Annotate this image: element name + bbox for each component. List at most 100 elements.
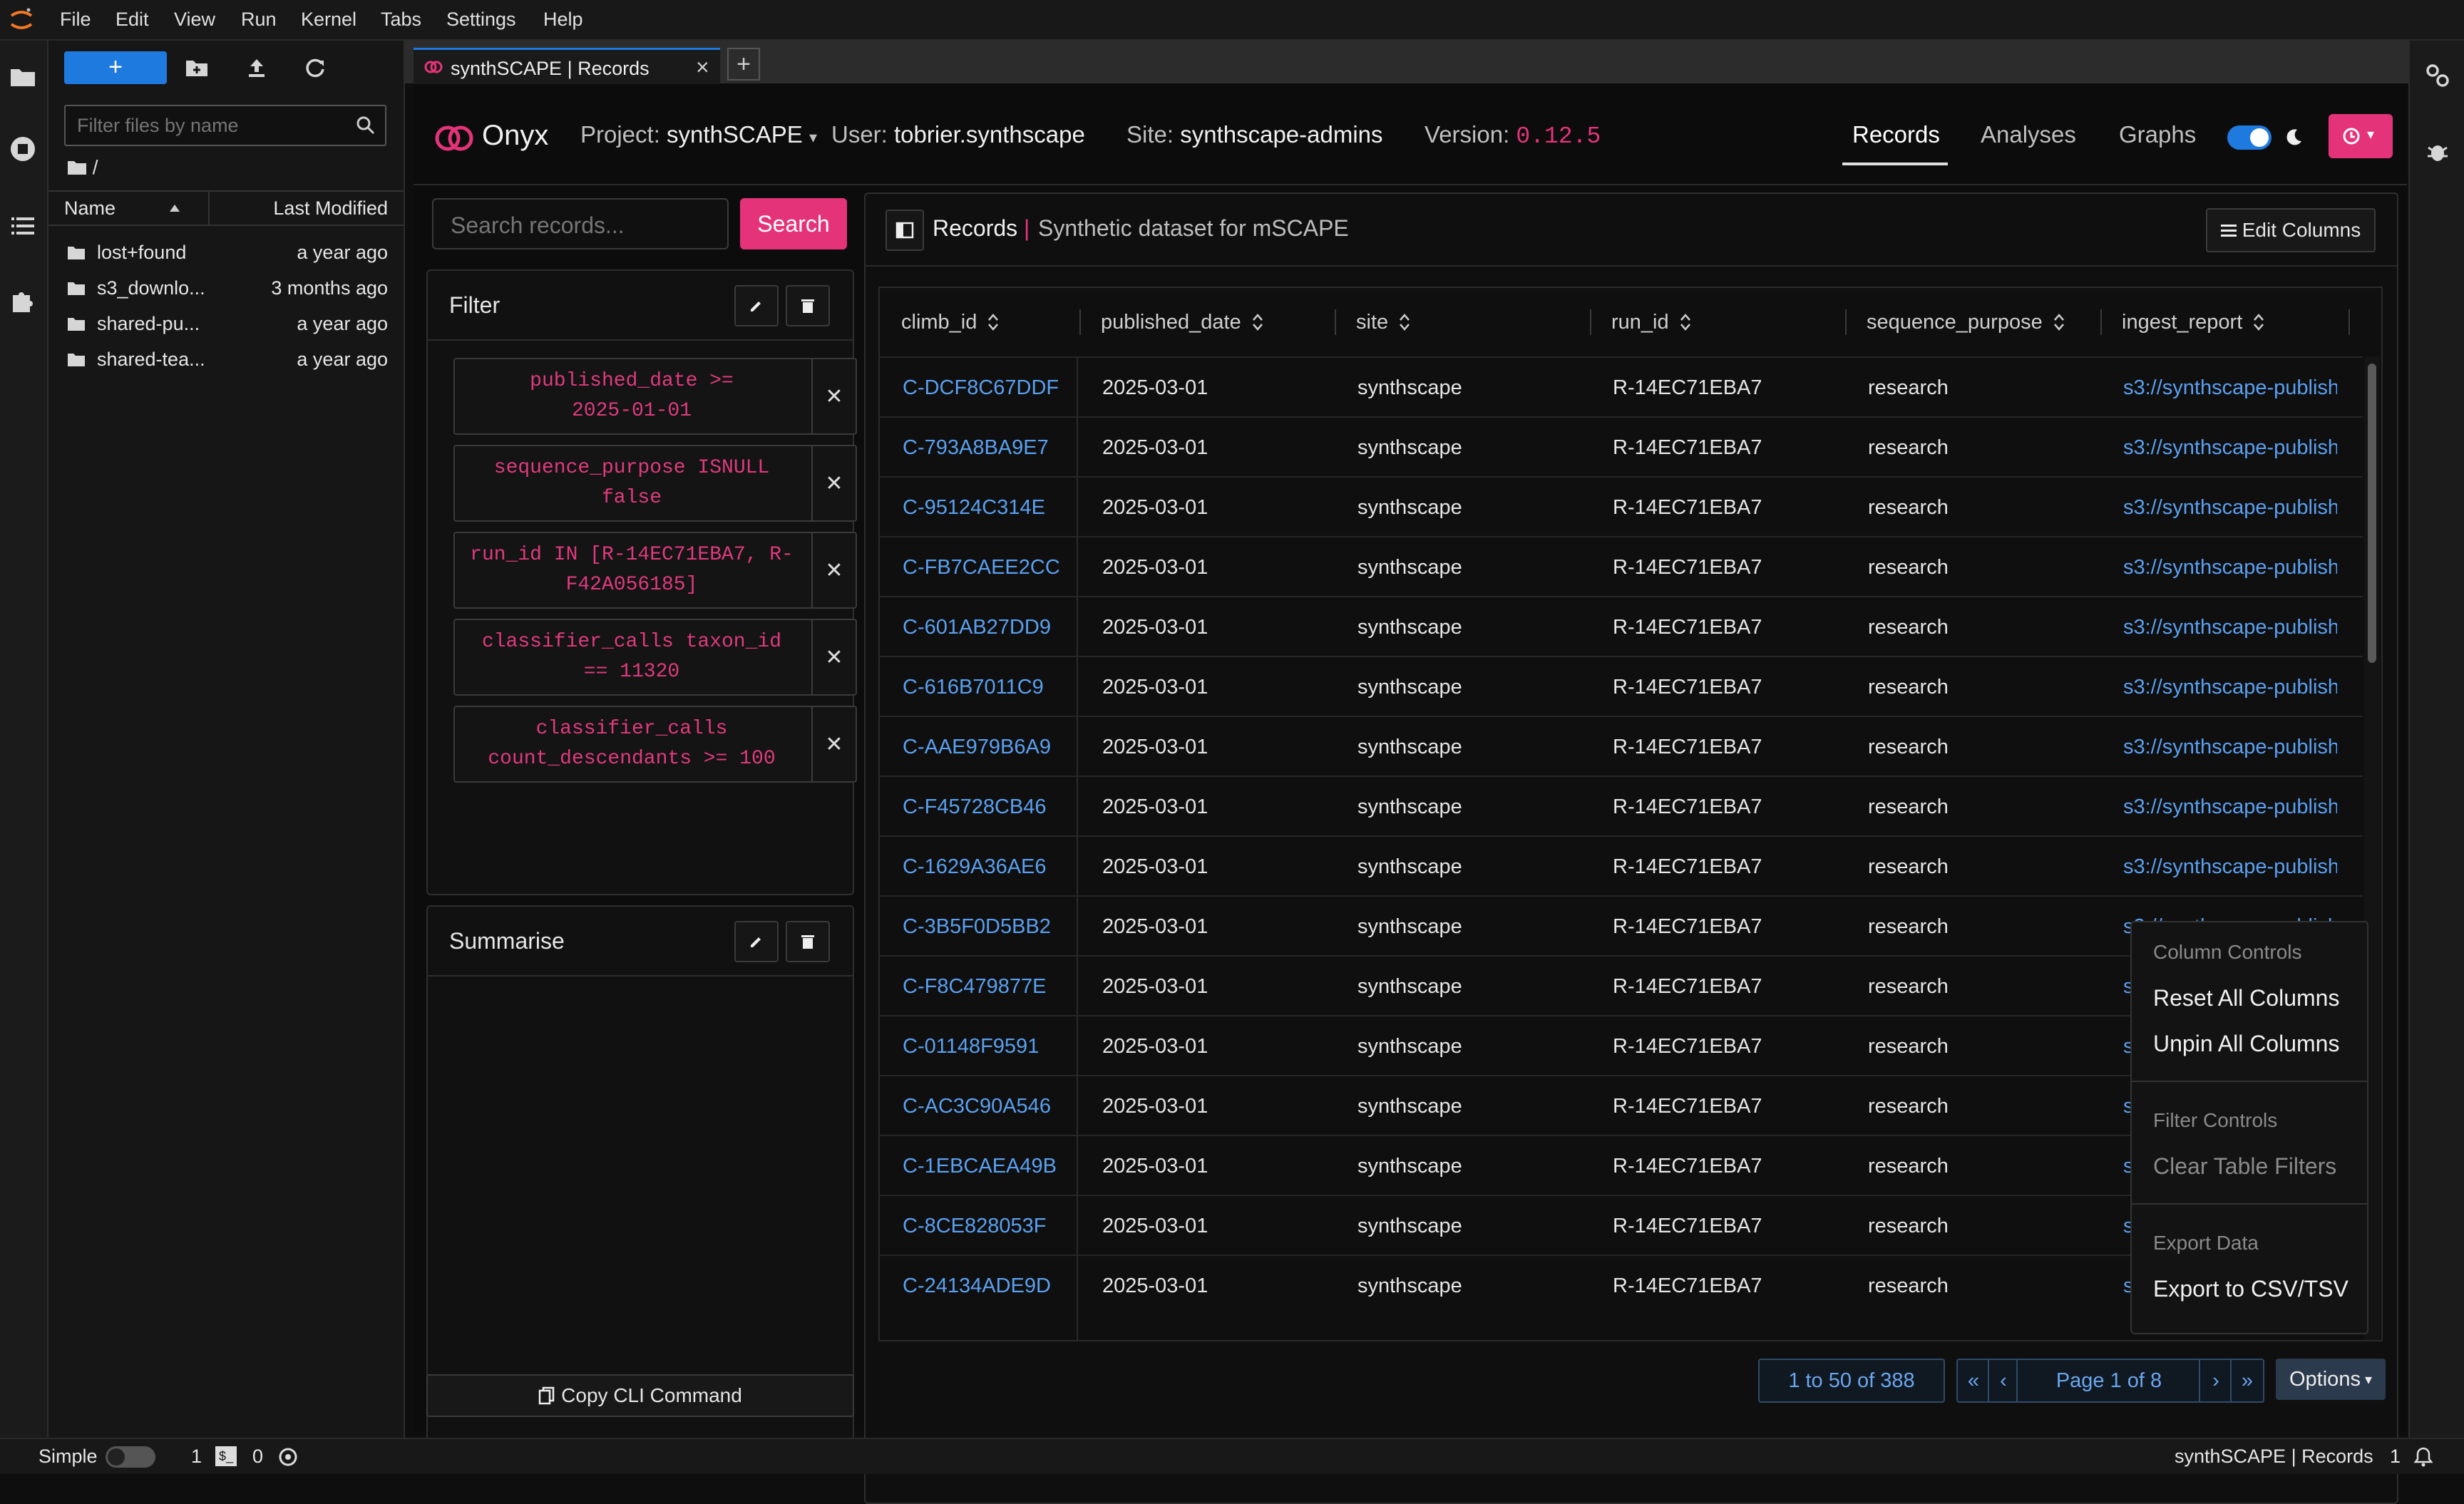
record-link[interactable]: s3://synthscape-published	[2123, 676, 2337, 699]
file-row[interactable]: shared-tea... a year ago	[48, 341, 404, 377]
table-row[interactable]: C-616B7011C9 2025-03-01 synthscape R-14EC71…	[880, 656, 2363, 717]
export-csv-item[interactable]: Export to CSV/TSV	[2153, 1276, 2348, 1302]
document-tab[interactable]: synthSCAPE | Records ×	[414, 48, 720, 86]
menu-run[interactable]: Run	[241, 9, 277, 31]
record-link[interactable]: s3://synthscape-published	[2123, 496, 2337, 520]
running-sessions-icon[interactable]	[9, 135, 37, 163]
status-bar: Simple 1 $_ 0 synthSCAPE | Records 1	[0, 1438, 2464, 1474]
file-row[interactable]: shared-pu... a year ago	[48, 306, 404, 341]
remove-filter-close-icon[interactable]: ✕	[811, 706, 857, 783]
table-row[interactable]: C-601AB27DD9 2025-03-01 synthscape R-14EC71…	[880, 596, 2363, 657]
menu-view[interactable]: View	[174, 9, 215, 31]
remove-filter-close-icon[interactable]: ✕	[811, 445, 857, 522]
last-page-button[interactable]: »	[2230, 1359, 2264, 1403]
table-cell: research	[1868, 1215, 1949, 1237]
menu-help[interactable]: Help	[543, 9, 583, 31]
table-row[interactable]: C-95124C314E 2025-03-01 synthscape R-14EC71…	[880, 476, 2363, 537]
record-link[interactable]: s3://synthscape-published	[2123, 616, 2337, 639]
simple-mode-toggle[interactable]	[106, 1446, 155, 1468]
previous-page-button[interactable]: ‹	[1988, 1359, 2019, 1403]
edit-columns-button[interactable]: Edit Columns	[2206, 208, 2376, 252]
folder-icon[interactable]	[9, 62, 37, 91]
table-row[interactable]: C-F45728CB46 2025-03-01 synthscape R-14EC71…	[880, 776, 2363, 837]
bell-icon[interactable]	[2413, 1446, 2434, 1468]
edit-summarise-button[interactable]	[734, 921, 779, 962]
table-cell: synthscape	[1357, 915, 1462, 938]
remove-filter-close-icon[interactable]: ✕	[811, 619, 857, 696]
table-cell: synthscape	[1357, 1155, 1462, 1178]
options-button[interactable]: Options ▾	[2276, 1359, 2386, 1400]
theme-toggle[interactable]	[2227, 125, 2272, 150]
new-folder-icon[interactable]	[184, 55, 210, 81]
kernel-count[interactable]: 0	[252, 1446, 263, 1468]
column-last-modified[interactable]: Last Modified	[273, 197, 388, 220]
record-link[interactable]: s3://synthscape-published	[2123, 855, 2337, 879]
property-inspector-icon[interactable]	[2424, 62, 2451, 89]
terminal-count[interactable]: 1	[191, 1446, 202, 1468]
toggle-sidebar-button[interactable]	[885, 210, 924, 251]
search-records-input[interactable]	[449, 211, 716, 239]
right-activity-bar	[2408, 41, 2464, 1438]
menu-kernel[interactable]: Kernel	[301, 9, 356, 31]
record-link[interactable]: s3://synthscape-published	[2123, 795, 2337, 819]
menu-file[interactable]: File	[60, 9, 91, 31]
menu-tabs[interactable]: Tabs	[381, 9, 421, 31]
clear-table-filters-item[interactable]: Clear Table Filters	[2153, 1153, 2336, 1180]
table-cell: R-14EC71EBA7	[1613, 556, 1762, 579]
table-of-contents-icon[interactable]	[9, 212, 37, 240]
column-header-ingest-report[interactable]: ingest_report	[2122, 288, 2265, 356]
filter-chip[interactable]: run_id IN [R-14EC71EBA7, R- F42A056185] ✕	[453, 532, 857, 609]
breadcrumb[interactable]: /	[67, 156, 98, 179]
filter-chip[interactable]: classifier_calls taxon_id == 11320 ✕	[453, 619, 857, 696]
table-row[interactable]: C-FB7CAEE2CC 2025-03-01 synthscape R-14EC71…	[880, 536, 2363, 597]
upload-icon[interactable]	[244, 55, 270, 81]
column-header-climb-id[interactable]: climb_id	[901, 288, 1000, 356]
record-link[interactable]: s3://synthscape-published	[2123, 376, 2337, 400]
add-tab-button[interactable]: +	[727, 48, 760, 81]
clear-filter-button[interactable]	[786, 285, 830, 326]
filter-chip[interactable]: sequence_purpose ISNULL false ✕	[453, 445, 857, 522]
tab-records[interactable]: Records	[1852, 121, 1940, 148]
column-name[interactable]: Name	[64, 197, 115, 220]
record-link[interactable]: s3://synthscape-published	[2123, 556, 2337, 580]
tab-graphs[interactable]: Graphs	[2119, 121, 2196, 148]
menu-settings[interactable]: Settings	[446, 9, 516, 31]
remove-filter-close-icon[interactable]: ✕	[811, 532, 857, 609]
filter-files-input[interactable]	[76, 112, 349, 139]
table-row[interactable]: C-793A8BA9E7 2025-03-01 synthscape R-14EC71…	[880, 416, 2363, 478]
column-header-run-id[interactable]: run_id	[1611, 288, 1692, 356]
table-row[interactable]: C-DCF8C67DDF 2025-03-01 synthscape R-14EC71…	[880, 356, 2363, 418]
table-row[interactable]: C-1629A36AE6 2025-03-01 synthscape R-14EC71…	[880, 835, 2363, 897]
file-row[interactable]: s3_downlo... 3 months ago	[48, 270, 404, 306]
extensions-icon[interactable]	[9, 287, 37, 315]
table-row[interactable]: C-AAE979B6A9 2025-03-01 synthscape R-14EC71…	[880, 716, 2363, 777]
file-row[interactable]: lost+found a year ago	[48, 235, 404, 270]
menu-edit[interactable]: Edit	[115, 9, 149, 31]
record-link[interactable]: s3://synthscape-published	[2123, 436, 2337, 460]
project-selector[interactable]: Project: synthSCAPE ▾	[580, 121, 817, 148]
column-header-published-date[interactable]: published_date	[1101, 288, 1264, 356]
first-page-button[interactable]: «	[1956, 1359, 1991, 1403]
remove-filter-close-icon[interactable]: ✕	[811, 358, 857, 435]
refresh-icon[interactable]	[302, 55, 328, 81]
new-launcher-button[interactable]: +	[64, 51, 167, 84]
next-page-button[interactable]: ›	[2199, 1359, 2233, 1403]
reset-all-columns-item[interactable]: Reset All Columns	[2153, 985, 2339, 1011]
filter-chip[interactable]: classifier_calls count_descendants >= 10…	[453, 706, 857, 783]
clear-summarise-button[interactable]	[786, 921, 830, 962]
column-header-site[interactable]: site	[1356, 288, 1411, 356]
column-header-sequence-purpose[interactable]: sequence_purpose	[1867, 288, 2065, 356]
onyx-brand[interactable]: Onyx	[482, 120, 548, 152]
close-icon[interactable]: ×	[696, 54, 709, 81]
debugger-icon[interactable]	[2424, 138, 2451, 165]
unpin-all-columns-item[interactable]: Unpin All Columns	[2153, 1031, 2339, 1057]
history-dropdown-button[interactable]: ▾	[2329, 114, 2393, 158]
search-button[interactable]: Search	[740, 198, 847, 249]
copy-cli-command-button[interactable]: Copy CLI Command	[426, 1374, 854, 1417]
project-name: synthSCAPE	[667, 121, 803, 148]
filter-chip[interactable]: published_date >= 2025-01-01 ✕	[453, 358, 857, 435]
record-link[interactable]: s3://synthscape-published	[2123, 736, 2337, 759]
tab-analyses[interactable]: Analyses	[1981, 121, 2076, 148]
notification-count[interactable]: 1	[2390, 1446, 2401, 1468]
edit-filter-button[interactable]	[734, 285, 779, 326]
